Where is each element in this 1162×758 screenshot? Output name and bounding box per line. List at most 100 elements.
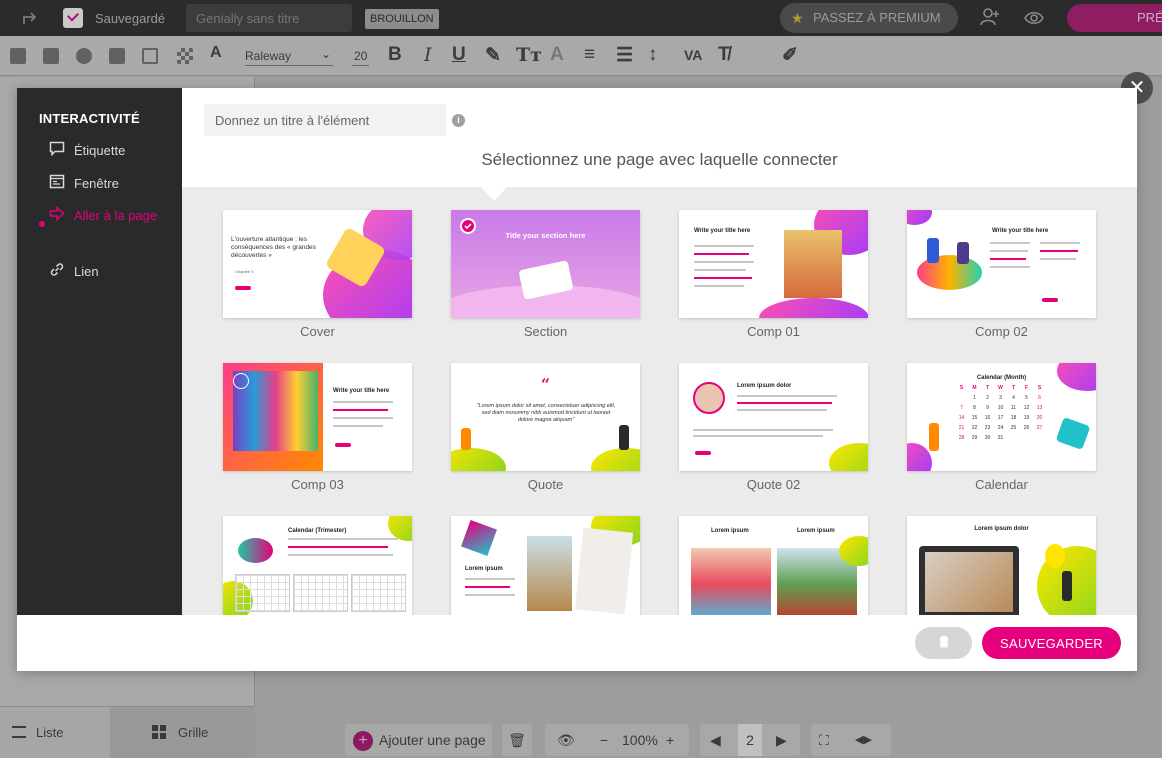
- thumb-decoration: [759, 298, 868, 318]
- thumb-illustration: [238, 538, 273, 563]
- underline-icon[interactable]: U: [452, 44, 466, 66]
- grid-view-label: Grille: [178, 725, 209, 740]
- previous-page-icon[interactable]: ◀: [710, 724, 721, 756]
- page-thumbnail: Calendar (Trimester): [223, 516, 412, 615]
- frame-icon[interactable]: [142, 48, 158, 64]
- add-user-icon[interactable]: [980, 7, 1000, 32]
- thumb-image-classroom: [691, 548, 771, 615]
- line-height-icon[interactable]: ↕: [648, 44, 658, 66]
- fit-screen-icon[interactable]: ⛶: [819, 724, 829, 756]
- page-thumbnail: Lorem ipsum Lorem ipsum: [679, 516, 868, 615]
- layers-icon[interactable]: [109, 48, 125, 64]
- delete-icon[interactable]: [43, 48, 59, 64]
- grid-view-tab[interactable]: Grille: [110, 707, 255, 758]
- delete-interactivity-button[interactable]: [915, 627, 972, 659]
- info-icon[interactable]: i: [452, 114, 465, 127]
- calendar-date: 1: [973, 395, 976, 401]
- page-card-lorem-ipsum-2[interactable]: Lorem ipsum Lorem ipsum: [679, 516, 868, 615]
- code-icon[interactable]: ◀▶: [855, 724, 872, 756]
- page-card-comp-02[interactable]: Write your title here Comp 02: [907, 210, 1096, 339]
- zoom-in-icon[interactable]: +: [666, 724, 674, 756]
- sidebar-item-lien[interactable]: Lien: [49, 262, 99, 280]
- sidebar-item-label: Aller à la page: [74, 208, 158, 223]
- transparency-icon[interactable]: [177, 48, 193, 64]
- list-view-tab[interactable]: Liste: [12, 707, 63, 758]
- thumb-figure: [619, 425, 629, 450]
- publish-button[interactable]: PRÉ: [1067, 4, 1162, 32]
- magic-icon[interactable]: ✐: [782, 44, 798, 67]
- sidebar-item-aller-a-la-page[interactable]: Aller à la page: [39, 205, 159, 227]
- thumb-tablet: [919, 546, 1019, 615]
- text-color-icon[interactable]: A: [210, 44, 222, 62]
- thumb-text-line: [694, 277, 752, 279]
- thumb-calendar: [235, 574, 290, 612]
- calendar-date: 4: [1012, 395, 1015, 401]
- page-card-calendar-trimester[interactable]: Calendar (Trimester): [223, 516, 412, 615]
- interactivity-modal: INTERACTIVITÉ Étiquette Fenêtre Aller à …: [17, 88, 1137, 671]
- font-family-select[interactable]: Raleway ⌄: [245, 47, 333, 66]
- format-toolbar: A Raleway ⌄ 20 B I U ✎ Tт A ≡ ☰ ↕ VA T̸ …: [0, 36, 1162, 76]
- thumb-title: Lorem ipsum dolor: [737, 383, 792, 389]
- page-card-cover[interactable]: L'ouverture atlantique : les conséquence…: [223, 210, 412, 339]
- eye-icon[interactable]: 👁: [557, 724, 575, 756]
- sidebar-item-label: Étiquette: [74, 143, 126, 158]
- sidebar-item-etiquette[interactable]: Étiquette: [49, 141, 125, 159]
- page-thumbnail: Lorem ipsum dolor: [679, 363, 868, 471]
- thumb-decoration: [907, 210, 932, 225]
- draft-badge: BROUILLON: [365, 9, 439, 29]
- modal-header: i Sélectionnez une page avec laquelle co…: [182, 88, 1137, 187]
- page-label: Comp 03: [291, 477, 344, 492]
- page-card-calendar[interactable]: Calendar (Month) S M T W T F S 1 2 3 4 5 6 7 8 9 10 11 12 1…: [907, 363, 1096, 492]
- copy-icon[interactable]: [10, 48, 26, 64]
- align-icon[interactable]: ≡: [584, 44, 595, 66]
- trash-icon: [938, 635, 950, 651]
- page-card-comp-01[interactable]: Write your title here Comp 01: [679, 210, 868, 339]
- calendar-date: 12: [1023, 405, 1030, 411]
- bold-icon[interactable]: B: [388, 44, 402, 66]
- thumb-text-line: [333, 417, 393, 419]
- premium-label: PASSEZ À PREMIUM: [813, 10, 941, 25]
- highlight-icon[interactable]: ✎: [485, 44, 501, 67]
- letter-spacing-icon[interactable]: VA: [684, 47, 702, 63]
- calendar-day-header: T: [985, 385, 990, 391]
- calendar-day-header: S: [1037, 385, 1042, 391]
- redo-icon[interactable]: [20, 8, 40, 28]
- sidebar-item-fenetre[interactable]: Fenêtre: [49, 174, 119, 192]
- calendar-day-header: S: [959, 385, 964, 391]
- sidebar-title: INTERACTIVITÉ: [39, 111, 140, 126]
- page-label: Comp 01: [747, 324, 800, 339]
- zoom-out-icon[interactable]: −: [600, 724, 608, 756]
- publish-label: PRÉ: [1137, 10, 1162, 25]
- page-thumbnail: “ "Lorem ipsum dolor sit amet, consectet…: [451, 363, 640, 471]
- save-button[interactable]: SAUVEGARDER: [982, 627, 1121, 659]
- rotate-icon[interactable]: [76, 48, 92, 64]
- preview-eye-icon[interactable]: [1024, 8, 1044, 33]
- calendar-date: 22: [971, 425, 978, 431]
- add-page-button[interactable]: + Ajouter une page: [345, 724, 492, 756]
- page-card-comp-03[interactable]: Write your title here Comp 03: [223, 363, 412, 492]
- text-shadow-icon[interactable]: A: [550, 44, 564, 66]
- next-page-icon[interactable]: ▶: [776, 724, 787, 756]
- delete-page-button[interactable]: 🗑: [502, 724, 532, 756]
- element-title-input[interactable]: [204, 104, 446, 136]
- clear-format-icon[interactable]: T̸: [718, 44, 730, 66]
- page-number-field[interactable]: 2: [738, 724, 762, 756]
- thumb-text-line: [1040, 250, 1078, 252]
- page-card-quote-02[interactable]: Lorem ipsum dolor Quote 02: [679, 363, 868, 492]
- thumb-title: Calendar (Trimester): [288, 528, 347, 534]
- font-size-field[interactable]: 20: [352, 49, 370, 66]
- page-card-lorem-ipsum-dolor[interactable]: Lorem ipsum dolor: [907, 516, 1096, 615]
- text-size-icon[interactable]: Tт: [516, 44, 542, 66]
- calendar-grid: S M T W T F S 1 2 3 4 5 6 7 8 9 10 11 12 13 14 15 16 17 18 19 20 21…: [955, 385, 1048, 455]
- thumb-text-line: [288, 554, 393, 556]
- premium-button[interactable]: ★ PASSEZ À PREMIUM: [780, 3, 958, 33]
- page-card-section[interactable]: Title your section here Section: [451, 210, 640, 339]
- selected-check-icon: [460, 218, 476, 234]
- calendar-date: 13: [1036, 405, 1043, 411]
- page-card-lorem-ipsum[interactable]: Lorem ipsum: [451, 516, 640, 615]
- italic-icon[interactable]: I: [424, 44, 432, 66]
- star-icon: ★: [791, 10, 804, 26]
- project-title-input[interactable]: [186, 4, 352, 32]
- list-icon[interactable]: ☰: [616, 44, 633, 67]
- page-card-quote[interactable]: “ "Lorem ipsum dolor sit amet, consectet…: [451, 363, 640, 492]
